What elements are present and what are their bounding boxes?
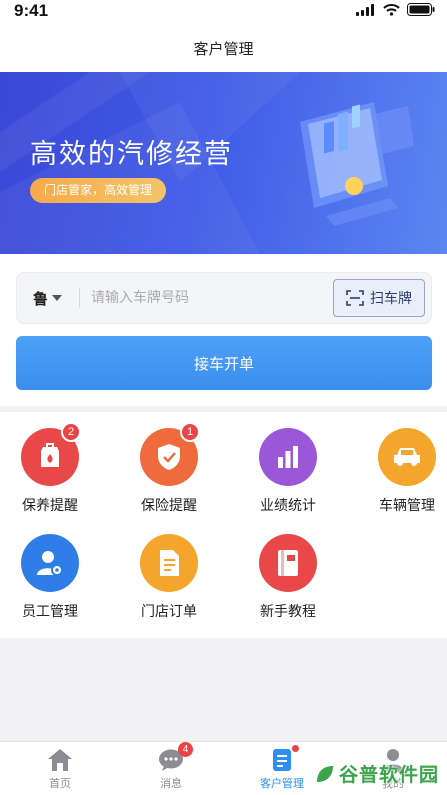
clipboard-icon — [269, 745, 299, 772]
staff-gear-icon — [21, 534, 79, 592]
scan-plate-button[interactable]: 扫车牌 — [333, 279, 425, 317]
site-watermark: 谷普软件园 — [315, 760, 439, 787]
plate-number-input[interactable] — [91, 283, 327, 313]
page-title: 客户管理 — [193, 40, 254, 58]
book-icon — [259, 534, 317, 592]
province-value: 鲁 — [33, 289, 49, 308]
banner-title: 高效的汽修经营 — [30, 139, 233, 170]
plate-input-box: 鲁 扫车牌 — [16, 272, 432, 324]
status-time: 9:41 — [14, 1, 49, 20]
grid-item-beginner-tutorial[interactable]: 新手教程 — [233, 534, 343, 621]
tab-customer-management[interactable]: 客户管理 — [237, 745, 327, 791]
tab-label: 首页 — [49, 777, 71, 790]
signal-icon — [356, 3, 374, 16]
status-bar: 9:41 — [0, 0, 447, 26]
chat-bubble-icon: 4 — [158, 742, 193, 772]
grid-item-insurance-reminder[interactable]: 1 保险提醒 — [114, 422, 224, 515]
grid-label: 员工管理 — [22, 604, 78, 620]
badge-count: 1 — [180, 422, 200, 442]
status-icons — [356, 3, 435, 16]
home-icon — [47, 748, 73, 772]
grid-item-maintenance-reminder[interactable]: 2 保养提醒 — [0, 422, 105, 515]
tab-home[interactable]: 首页 — [15, 748, 105, 791]
watermark-text: 谷普软件园 — [338, 764, 439, 786]
plate-divider — [79, 288, 80, 308]
grid-label: 业绩统计 — [260, 498, 316, 514]
bar-chart-icon — [259, 428, 317, 486]
grid-label: 保养提醒 — [22, 498, 78, 514]
feature-grid: 2 保养提醒 1 保险提醒 业绩统计 车辆管理 员工管理 门店订单 新手教程 — [0, 412, 447, 638]
document-icon — [140, 534, 198, 592]
battery-icon — [407, 3, 435, 16]
wifi-icon — [383, 3, 400, 16]
car-icon — [378, 428, 436, 486]
insurance-shield-icon: 1 — [140, 422, 200, 486]
grid-item-performance-stats[interactable]: 业绩统计 — [233, 428, 343, 515]
scan-plate-label: 扫车牌 — [370, 291, 412, 307]
grid-label: 车辆管理 — [379, 498, 435, 514]
grid-label: 新手教程 — [260, 604, 316, 620]
grid-item-staff-management[interactable]: 员工管理 — [0, 534, 105, 621]
plate-form: 鲁 扫车牌 接车开单 — [0, 254, 447, 406]
create-order-button[interactable]: 接车开单 — [16, 336, 432, 390]
tab-label: 消息 — [160, 777, 182, 790]
tab-messages[interactable]: 4 消息 — [126, 742, 216, 791]
tab-badge-count: 4 — [178, 742, 193, 757]
badge-count: 2 — [61, 422, 81, 442]
caret-down-icon — [52, 295, 63, 301]
grid-item-vehicle-management[interactable]: 车辆管理 — [352, 428, 447, 515]
banner-subtitle: 门店管家，高效管理 — [30, 178, 167, 203]
nav-header: 客户管理 — [0, 26, 447, 72]
grid-item-store-orders[interactable]: 门店订单 — [114, 534, 224, 621]
watermark-leaf-icon — [316, 765, 333, 782]
grid-label: 保险提醒 — [141, 498, 197, 514]
tab-notification-dot — [292, 745, 299, 752]
scan-frame-icon — [346, 290, 364, 306]
grid-label: 门店订单 — [141, 604, 197, 620]
maintenance-reminder-icon: 2 — [21, 422, 81, 486]
dashboard-illustration-icon — [300, 102, 414, 226]
province-select[interactable]: 鲁 — [33, 273, 63, 323]
promo-banner[interactable]: 高效的汽修经营 门店管家，高效管理 — [0, 72, 447, 254]
tab-label: 客户管理 — [260, 777, 304, 790]
